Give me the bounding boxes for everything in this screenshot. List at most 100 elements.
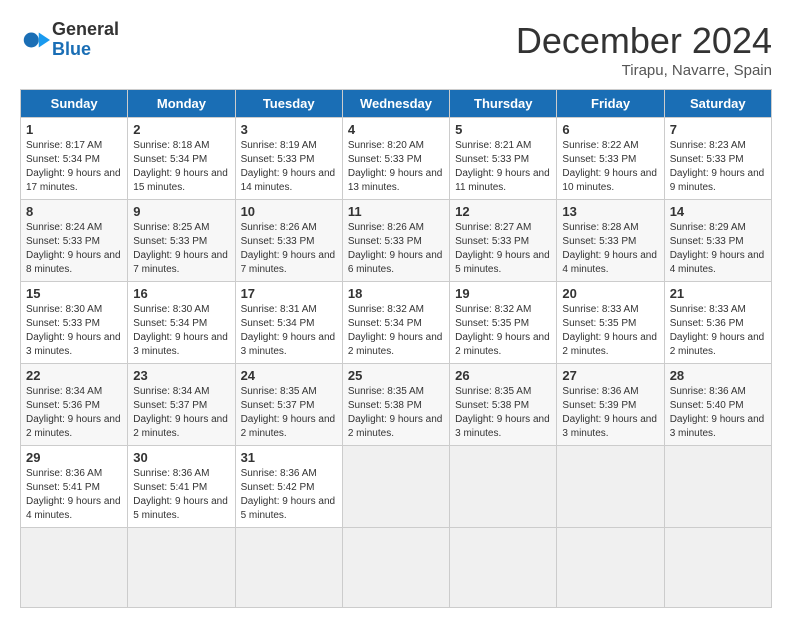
calendar-cell: 6 Sunrise: 8:22 AMSunset: 5:33 PMDaylight… — [557, 118, 664, 200]
calendar-table: SundayMondayTuesdayWednesdayThursdayFrid… — [20, 89, 772, 608]
calendar-cell: 25 Sunrise: 8:35 AMSunset: 5:38 PMDayligh… — [342, 364, 449, 446]
calendar-cell: 3Sunrise: 8:19 AMSunset: 5:33 PMDaylight… — [235, 118, 342, 200]
day-info: Sunrise: 8:19 AMSunset: 5:33 PMDaylight:… — [241, 139, 337, 195]
day-info: Sunrise: 8:34 AMSunset: 5:37 PMDaylight:… — [133, 385, 229, 441]
day-number: 6 — [562, 122, 658, 137]
day-number: 28 — [670, 368, 766, 383]
day-info: Sunrise: 8:21 AMSunset: 5:33 PMDaylight:… — [455, 139, 551, 195]
day-number: 26 — [455, 368, 551, 383]
calendar-cell: 31Sunrise: 8:36 AMSunset: 5:42 PMDayligh… — [235, 446, 342, 528]
day-number: 13 — [562, 204, 658, 219]
calendar-day-header: Tuesday — [235, 90, 342, 118]
calendar-day-header: Saturday — [664, 90, 771, 118]
calendar-header-row: SundayMondayTuesdayWednesdayThursdayFrid… — [21, 90, 772, 118]
day-info: Sunrise: 8:31 AMSunset: 5:34 PMDaylight:… — [241, 303, 337, 359]
calendar-row: 22Sunrise: 8:34 AMSunset: 5:36 PMDayligh… — [21, 364, 772, 446]
logo-general: General — [52, 20, 119, 40]
day-number: 17 — [241, 286, 337, 301]
day-number: 16 — [133, 286, 229, 301]
day-info: Sunrise: 8:20 AMSunset: 5:33 PMDaylight:… — [348, 139, 444, 195]
day-info: Sunrise: 8:34 AMSunset: 5:36 PMDaylight:… — [26, 385, 122, 441]
day-info: Sunrise: 8:36 AMSunset: 5:39 PMDaylight:… — [562, 385, 658, 441]
calendar-cell: 24Sunrise: 8:35 AMSunset: 5:37 PMDayligh… — [235, 364, 342, 446]
day-info: Sunrise: 8:36 AMSunset: 5:41 PMDaylight:… — [133, 467, 229, 523]
calendar-cell: 12Sunrise: 8:27 AMSunset: 5:33 PMDayligh… — [450, 200, 557, 282]
day-number: 2 — [133, 122, 229, 137]
calendar-day-header: Friday — [557, 90, 664, 118]
calendar-cell — [342, 528, 449, 608]
calendar-cell: 13 Sunrise: 8:28 AMSunset: 5:33 PMDayligh… — [557, 200, 664, 282]
day-number: 27 — [562, 368, 658, 383]
calendar-cell: 4 Sunrise: 8:20 AMSunset: 5:33 PMDaylight… — [342, 118, 449, 200]
day-info: Sunrise: 8:26 AMSunset: 5:33 PMDaylight:… — [241, 221, 337, 277]
day-info: Sunrise: 8:35 AMSunset: 5:38 PMDaylight:… — [348, 385, 444, 441]
day-number: 8 — [26, 204, 122, 219]
day-number: 14 — [670, 204, 766, 219]
calendar-cell: 28 Sunrise: 8:36 AMSunset: 5:40 PMDayligh… — [664, 364, 771, 446]
calendar-cell: 20Sunrise: 8:33 AMSunset: 5:35 PMDayligh… — [557, 282, 664, 364]
day-number: 10 — [241, 204, 337, 219]
day-info: Sunrise: 8:28 AMSunset: 5:33 PMDaylight:… — [562, 221, 658, 277]
day-info: Sunrise: 8:32 AMSunset: 5:35 PMDaylight:… — [455, 303, 551, 359]
day-number: 31 — [241, 450, 337, 465]
day-info: Sunrise: 8:29 AMSunset: 5:33 PMDaylight:… — [670, 221, 766, 277]
day-number: 7 — [670, 122, 766, 137]
calendar-cell: 15Sunrise: 8:30 AMSunset: 5:33 PMDayligh… — [21, 282, 128, 364]
logo-text: General Blue — [52, 20, 119, 60]
calendar-cell: 1 Sunrise: 8:17 AMSunset: 5:34 PMDaylight… — [21, 118, 128, 200]
day-info: Sunrise: 8:30 AMSunset: 5:33 PMDaylight:… — [26, 303, 122, 359]
logo: General Blue — [20, 20, 119, 60]
calendar-cell — [664, 528, 771, 608]
calendar-row: 1 Sunrise: 8:17 AMSunset: 5:34 PMDaylight… — [21, 118, 772, 200]
calendar-cell: 21 Sunrise: 8:33 AMSunset: 5:36 PMDayligh… — [664, 282, 771, 364]
day-number: 5 — [455, 122, 551, 137]
day-info: Sunrise: 8:33 AMSunset: 5:35 PMDaylight:… — [562, 303, 658, 359]
calendar-cell: 14 Sunrise: 8:29 AMSunset: 5:33 PMDayligh… — [664, 200, 771, 282]
calendar-cell: 26 Sunrise: 8:35 AMSunset: 5:38 PMDayligh… — [450, 364, 557, 446]
logo-blue: Blue — [52, 40, 119, 60]
calendar-day-header: Wednesday — [342, 90, 449, 118]
day-number: 25 — [348, 368, 444, 383]
calendar-cell: 27 Sunrise: 8:36 AMSunset: 5:39 PMDayligh… — [557, 364, 664, 446]
day-info: Sunrise: 8:17 AMSunset: 5:34 PMDaylight:… — [26, 139, 122, 195]
calendar-cell — [342, 446, 449, 528]
calendar-day-header: Sunday — [21, 90, 128, 118]
day-number: 9 — [133, 204, 229, 219]
day-info: Sunrise: 8:25 AMSunset: 5:33 PMDaylight:… — [133, 221, 229, 277]
calendar-cell: 16 Sunrise: 8:30 AMSunset: 5:34 PMDayligh… — [128, 282, 235, 364]
calendar-cell: 8Sunrise: 8:24 AMSunset: 5:33 PMDaylight… — [21, 200, 128, 282]
day-info: Sunrise: 8:30 AMSunset: 5:34 PMDaylight:… — [133, 303, 229, 359]
day-info: Sunrise: 8:26 AMSunset: 5:33 PMDaylight:… — [348, 221, 444, 277]
calendar-cell: 11Sunrise: 8:26 AMSunset: 5:33 PMDayligh… — [342, 200, 449, 282]
location: Tirapu, Navarre, Spain — [516, 62, 772, 79]
calendar-cell: 9 Sunrise: 8:25 AMSunset: 5:33 PMDaylight… — [128, 200, 235, 282]
day-number: 19 — [455, 286, 551, 301]
day-number: 29 — [26, 450, 122, 465]
day-info: Sunrise: 8:35 AMSunset: 5:38 PMDaylight:… — [455, 385, 551, 441]
day-number: 21 — [670, 286, 766, 301]
day-number: 23 — [133, 368, 229, 383]
calendar-row: 29 Sunrise: 8:36 AMSunset: 5:41 PMDayligh… — [21, 446, 772, 528]
calendar-cell: 22Sunrise: 8:34 AMSunset: 5:36 PMDayligh… — [21, 364, 128, 446]
day-info: Sunrise: 8:33 AMSunset: 5:36 PMDaylight:… — [670, 303, 766, 359]
day-info: Sunrise: 8:23 AMSunset: 5:33 PMDaylight:… — [670, 139, 766, 195]
calendar-cell: 7 Sunrise: 8:23 AMSunset: 5:33 PMDaylight… — [664, 118, 771, 200]
day-info: Sunrise: 8:22 AMSunset: 5:33 PMDaylight:… — [562, 139, 658, 195]
calendar-cell: 30 Sunrise: 8:36 AMSunset: 5:41 PMDayligh… — [128, 446, 235, 528]
day-number: 30 — [133, 450, 229, 465]
page-header: General Blue December 2024 Tirapu, Navar… — [20, 20, 772, 79]
calendar-cell — [128, 528, 235, 608]
day-number: 1 — [26, 122, 122, 137]
calendar-cell — [21, 528, 128, 608]
calendar-row: 8Sunrise: 8:24 AMSunset: 5:33 PMDaylight… — [21, 200, 772, 282]
day-number: 4 — [348, 122, 444, 137]
calendar-row — [21, 528, 772, 608]
calendar-day-header: Monday — [128, 90, 235, 118]
calendar-cell — [450, 528, 557, 608]
day-info: Sunrise: 8:32 AMSunset: 5:34 PMDaylight:… — [348, 303, 444, 359]
day-info: Sunrise: 8:18 AMSunset: 5:34 PMDaylight:… — [133, 139, 229, 195]
day-number: 12 — [455, 204, 551, 219]
calendar-day-header: Thursday — [450, 90, 557, 118]
calendar-cell — [664, 446, 771, 528]
day-info: Sunrise: 8:36 AMSunset: 5:40 PMDaylight:… — [670, 385, 766, 441]
